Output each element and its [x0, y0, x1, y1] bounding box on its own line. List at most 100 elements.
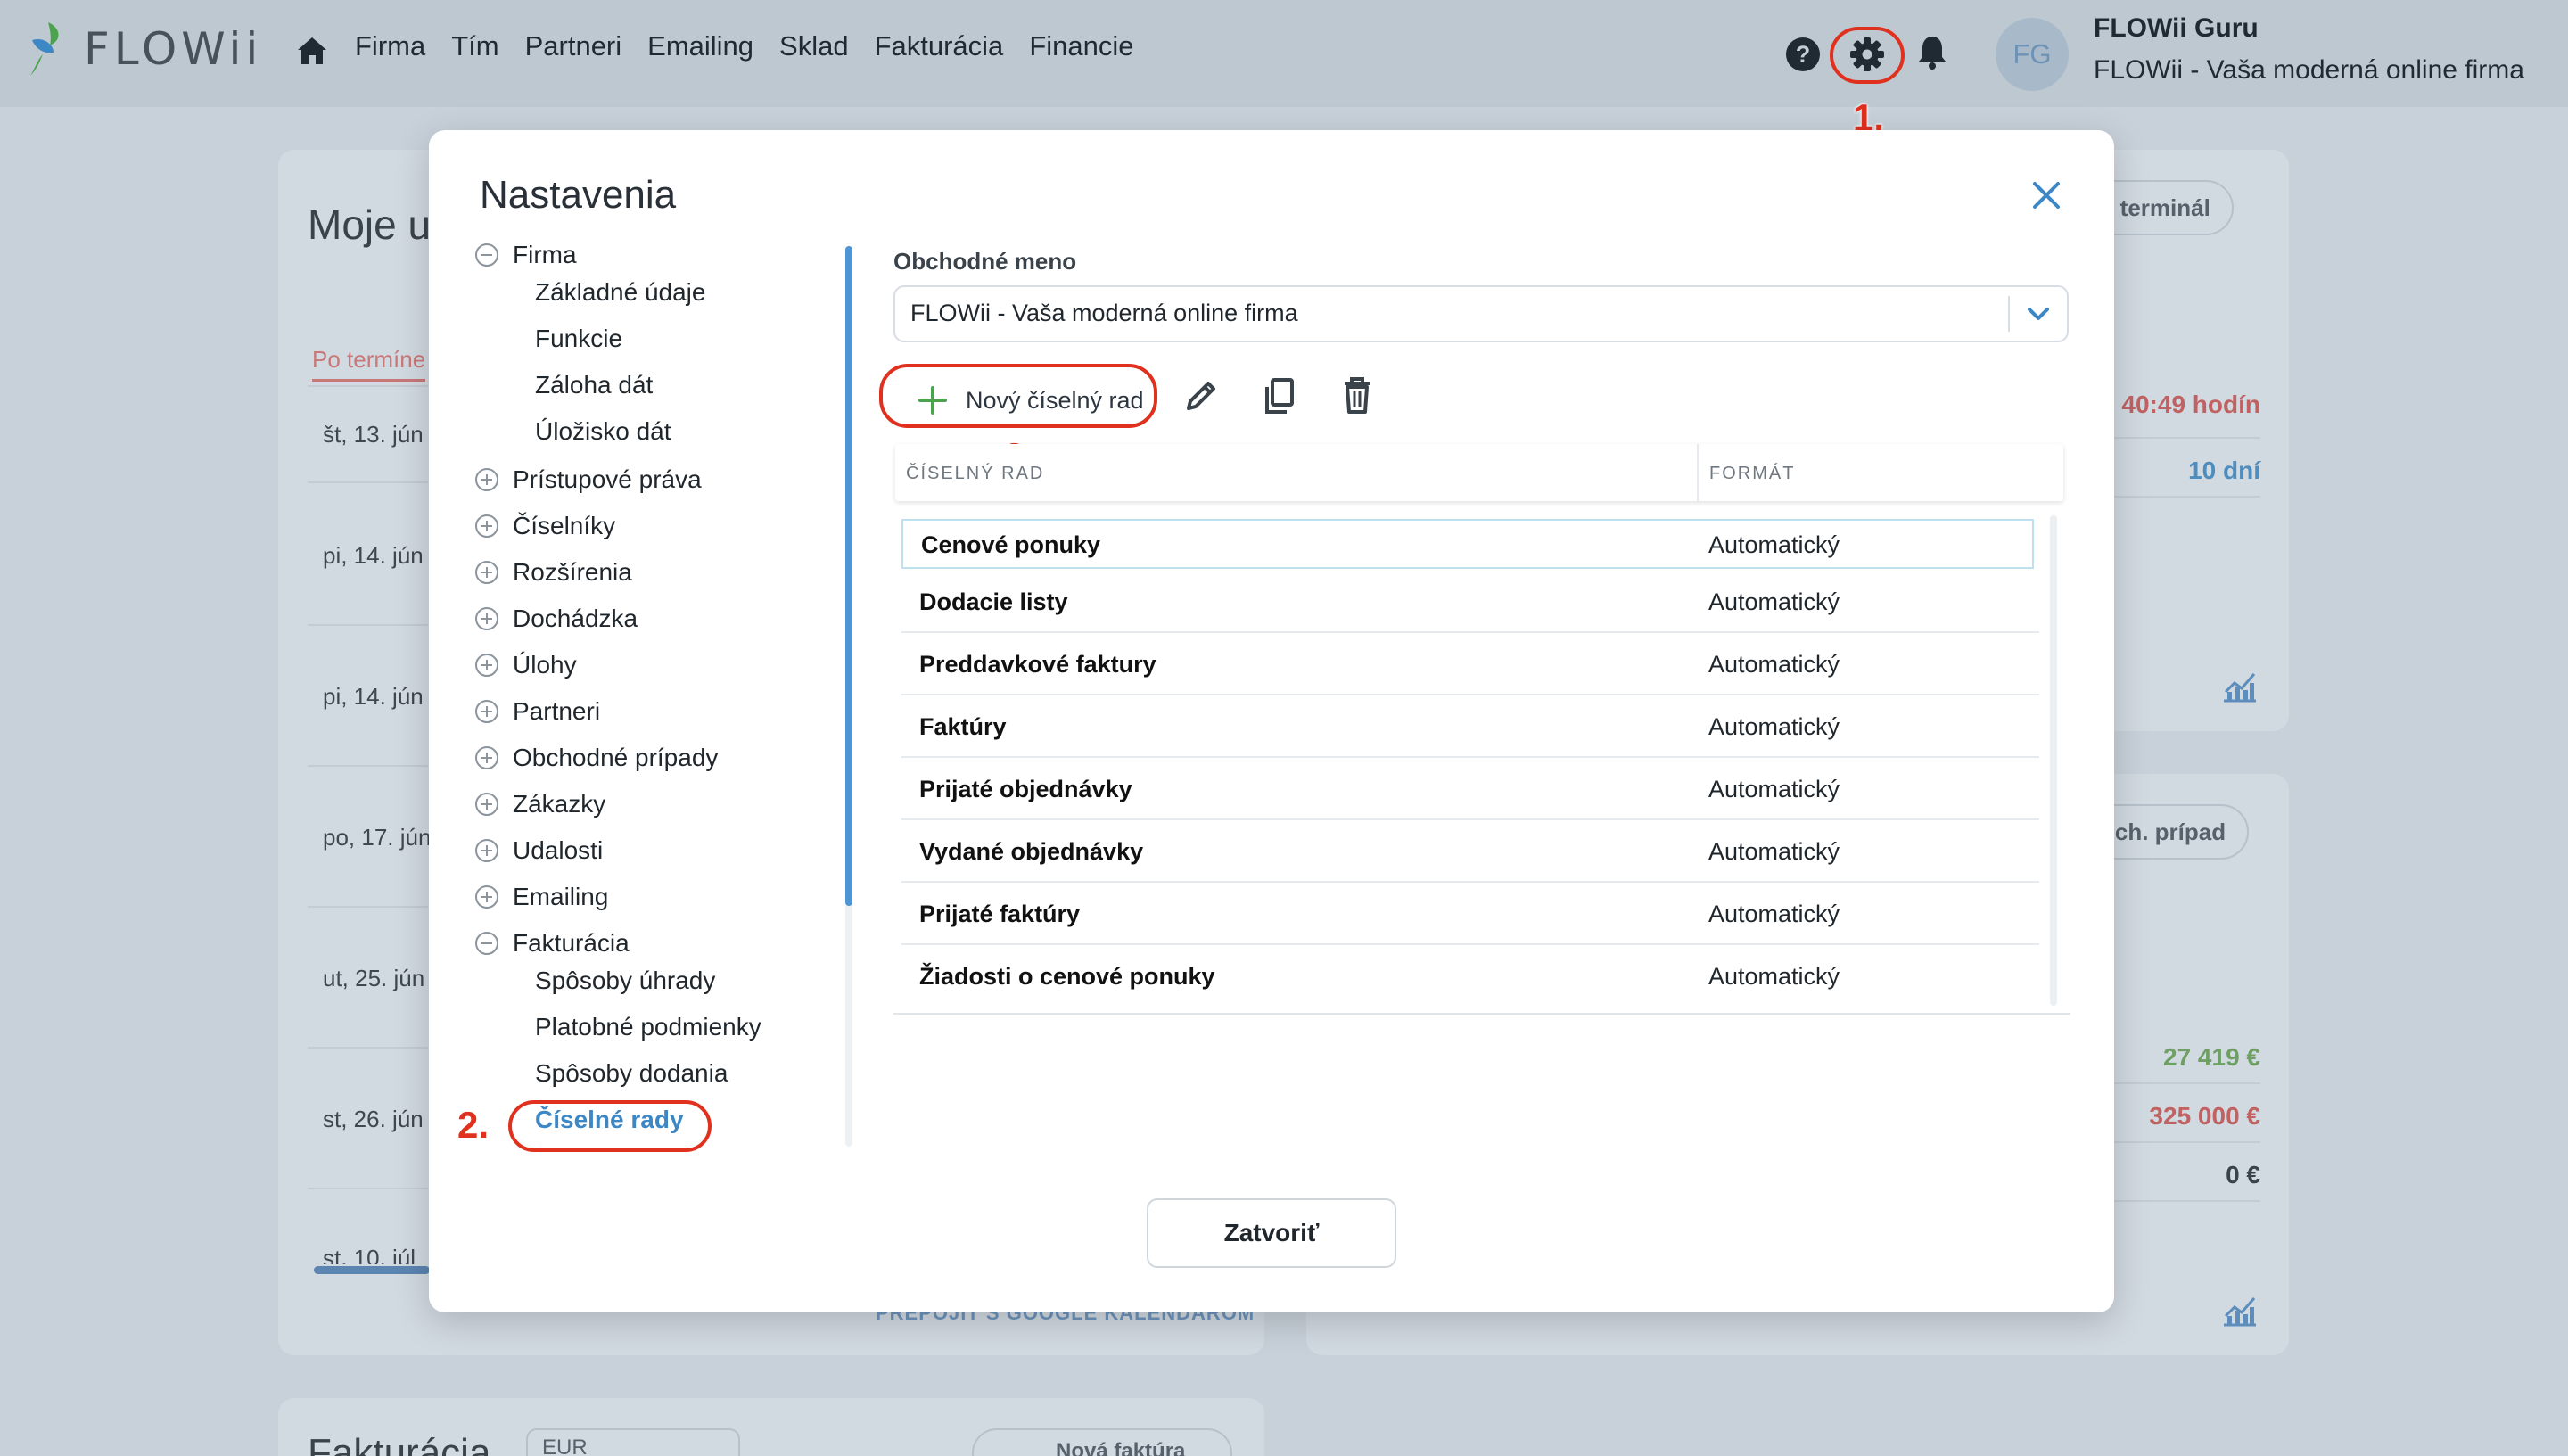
company-name: FLOWii - Vaša moderná online firma [2094, 55, 2524, 85]
tree-item-funkcie[interactable]: Funkcie [535, 325, 622, 353]
logo-mark-icon [30, 22, 59, 76]
annotation-step-2: 2. [457, 1104, 490, 1146]
edit-icon[interactable] [1181, 374, 1221, 417]
amount-zero: 0 € [2226, 1161, 2260, 1189]
tree-item-emailing[interactable]: Emailing [475, 881, 608, 913]
table-row[interactable]: Preddavkové faktury Automatický [901, 633, 2039, 695]
tree-item-label: Udalosti [513, 836, 604, 864]
copy-icon[interactable] [1260, 374, 1299, 417]
row-divider [308, 1188, 428, 1189]
nav-item-sklad[interactable]: Sklad [779, 30, 849, 62]
avatar[interactable]: FG [1996, 18, 2069, 91]
table-bottom-border [893, 1013, 2070, 1015]
tree-item-label: Zákazky [513, 790, 606, 818]
nav-item-partneri[interactable]: Partneri [525, 30, 622, 62]
tree-item-pristupove-prava[interactable]: Prístupové práva [475, 464, 702, 496]
new-invoice-button[interactable]: Nová faktúra [972, 1428, 1232, 1456]
tree-item-ulozisko-dat[interactable]: Úložisko dát [535, 417, 671, 446]
expand-icon[interactable] [475, 700, 498, 723]
expand-icon[interactable] [475, 746, 498, 769]
expand-icon[interactable] [475, 468, 498, 491]
days-value: 10 dní [2188, 457, 2260, 484]
widget-title: Moje u [308, 202, 432, 248]
tree-item-sposoby-uhrady[interactable]: Spôsoby úhrady [535, 967, 715, 995]
row-divider [308, 1047, 428, 1049]
tree-item-sposoby-dodania[interactable]: Spôsoby dodania [535, 1059, 728, 1088]
cell-series-name: Faktúry [919, 713, 1007, 740]
bell-icon[interactable] [1916, 34, 1948, 71]
tree-item-platobne-podmienky[interactable]: Platobné podmienky [535, 1013, 761, 1041]
modal-title: Nastavenia [480, 173, 677, 217]
table-row[interactable]: Dodacie listy Automatický [901, 571, 2039, 633]
cell-series-name: Vydané objednávky [919, 838, 1144, 865]
cell-format: Automatický [1708, 963, 1840, 990]
invoicing-title: Fakturácia [308, 1431, 491, 1456]
task-date: št, 13. jún [323, 421, 424, 448]
table-row[interactable]: Faktúry Automatický [901, 695, 2039, 758]
trash-icon[interactable] [1338, 374, 1377, 417]
tree-item-label: Partneri [513, 697, 601, 725]
expand-icon[interactable] [475, 654, 498, 677]
select-divider [2008, 296, 2010, 332]
table-row[interactable]: Vydané objednávky Automatický [901, 820, 2039, 883]
expand-icon[interactable] [475, 793, 498, 816]
nav-item-firma[interactable]: Firma [355, 30, 425, 62]
row-divider [2113, 1200, 2260, 1202]
tree-item-partneri[interactable]: Partneri [475, 695, 600, 728]
close-button[interactable]: Zatvoriť [1147, 1198, 1396, 1268]
tree-item-udalosti[interactable]: Udalosti [475, 835, 603, 867]
annotation-circle-new-series [879, 364, 1157, 428]
tree-item-firma[interactable]: Firma [475, 239, 577, 271]
column-header-series[interactable]: ČÍSELNÝ RAD [906, 464, 1044, 484]
tree-item-zakazky[interactable]: Zákazky [475, 788, 605, 820]
tree-item-ulohy[interactable]: Úlohy [475, 649, 577, 681]
tree-item-rozsirenia[interactable]: Rozšírenia [475, 556, 632, 588]
tree-item-fakturacia[interactable]: Fakturácia [475, 927, 630, 959]
chart-icon[interactable] [2222, 670, 2258, 703]
home-icon[interactable] [296, 36, 328, 66]
collapse-icon[interactable] [475, 932, 498, 955]
table-row[interactable]: Prijaté faktúry Automatický [901, 883, 2039, 945]
expand-icon[interactable] [475, 514, 498, 538]
flowii-logo[interactable]: FLOWii [27, 20, 262, 78]
expand-icon[interactable] [475, 607, 498, 630]
help-icon[interactable]: ? [1786, 37, 1820, 71]
tree-item-label: Úlohy [513, 651, 577, 679]
tree-scrollbar-thumb[interactable] [845, 246, 852, 906]
chart-icon[interactable] [2222, 1295, 2258, 1327]
chevron-down-icon[interactable] [2026, 303, 2051, 325]
close-icon[interactable] [2031, 180, 2062, 210]
tree-item-dochadzka[interactable]: Dochádzka [475, 603, 638, 635]
task-date: ut, 25. jún [323, 965, 425, 991]
tab-overdue[interactable]: Po termíne [312, 346, 426, 382]
task-date: st, 10. júl [323, 1245, 416, 1264]
tree-item-ciselniky[interactable]: Číselníky [475, 510, 615, 542]
nav-item-fakturacia[interactable]: Fakturácia [875, 30, 1004, 62]
row-divider [308, 481, 428, 483]
tree-item-label: Fakturácia [513, 929, 630, 957]
currency-select[interactable]: EUR [526, 1428, 740, 1456]
expand-icon[interactable] [475, 561, 498, 584]
column-header-format[interactable]: FORMÁT [1709, 464, 1795, 484]
task-date: pi, 14. jún [323, 542, 424, 569]
tree-item-label: Dochádzka [513, 605, 638, 632]
table-scrollbar[interactable] [2050, 515, 2057, 1006]
user-name[interactable]: FLOWii Guru [2094, 13, 2259, 44]
nav-item-emailing[interactable]: Emailing [647, 30, 753, 62]
table-row[interactable]: Prijaté objednávky Automatický [901, 758, 2039, 820]
table-row[interactable]: Cenové ponuky Automatický [901, 519, 2034, 569]
horizontal-scrollbar[interactable] [314, 1266, 430, 1274]
expand-icon[interactable] [475, 885, 498, 909]
cell-format: Automatický [1708, 776, 1840, 802]
settings-modal: Nastavenia Firma Základné údaje Funkcie … [429, 130, 2114, 1312]
top-navigation-bar: FLOWii Firma Tím Partneri Emailing Sklad… [0, 0, 2568, 107]
tree-item-zakladne-udaje[interactable]: Základné údaje [535, 278, 705, 307]
nav-item-tim[interactable]: Tím [451, 30, 498, 62]
tree-item-obchodne-pripady[interactable]: Obchodné prípady [475, 742, 718, 774]
table-row[interactable]: Žiadosti o cenové ponuky Automatický [901, 945, 2039, 1008]
collapse-icon[interactable] [475, 243, 498, 267]
nav-item-financie[interactable]: Financie [1029, 30, 1133, 62]
business-name-select[interactable]: FLOWii - Vaša moderná online firma [893, 285, 2069, 342]
expand-icon[interactable] [475, 839, 498, 862]
tree-item-zaloha-dat[interactable]: Záloha dát [535, 371, 653, 399]
